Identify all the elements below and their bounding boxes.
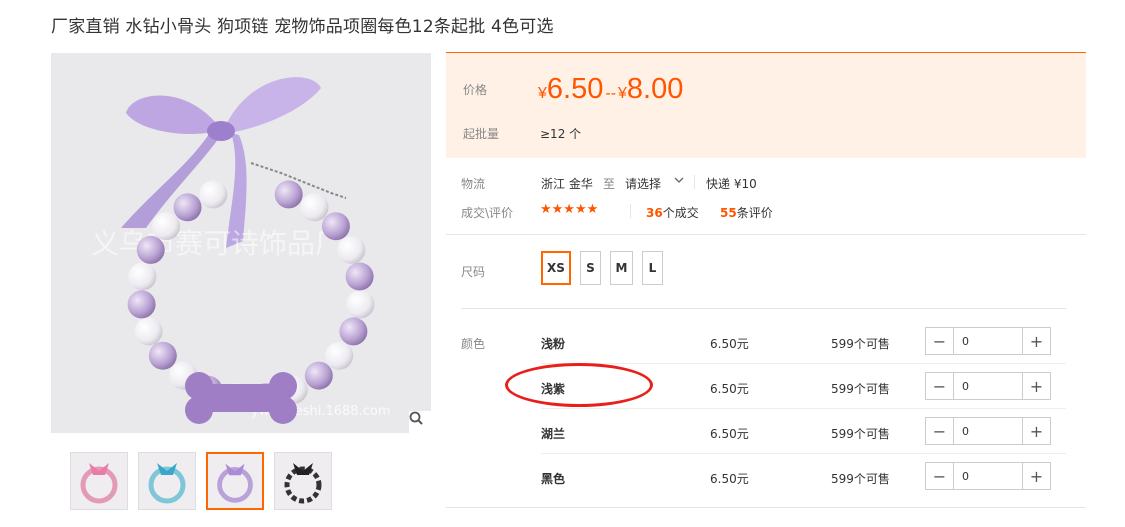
main-product-image[interactable]: 义乌市赛可诗饰品厂 ywsaikeshi.1688.com (51, 53, 431, 433)
minus-button[interactable]: − (926, 373, 954, 399)
currency-symbol: ¥ (618, 85, 627, 102)
color-name: 浅粉 (541, 337, 566, 351)
to-text: 至 (603, 177, 616, 191)
plus-button[interactable]: + (1022, 373, 1050, 399)
reviews-label: 成交\评价 (461, 206, 514, 220)
price-label: 价格 (463, 83, 488, 97)
moq-label: 起批量 (463, 127, 500, 141)
sku-price: 6.50元 (710, 337, 749, 351)
sku-stock: 599个可售 (831, 337, 890, 351)
rating-stars-icon: ★★★★★ (540, 202, 599, 217)
size-option-l[interactable]: L (642, 251, 663, 285)
sku-stock: 599个可售 (831, 382, 890, 396)
quantity-stepper: − 0 + (925, 327, 1051, 355)
color-label: 颜色 (461, 337, 486, 351)
destination-select[interactable]: 请选择 (625, 175, 661, 192)
deals-text: 个成交 (662, 206, 699, 220)
sku-stock: 599个可售 (831, 427, 890, 441)
thumbnail-black[interactable] (274, 452, 332, 510)
quantity-input[interactable]: 0 (954, 328, 1022, 354)
thumbnail-purple[interactable] (206, 452, 264, 510)
review-count: 55 (720, 206, 737, 220)
quantity-input[interactable]: 0 (954, 463, 1022, 489)
sku-stock: 599个可售 (831, 472, 890, 486)
plus-button[interactable]: + (1022, 463, 1050, 489)
sku-price: 6.50元 (710, 382, 749, 396)
logistics-label: 物流 (461, 177, 486, 191)
price-panel: 价格 ¥6.50 -- ¥8.00 起批量 ≥12 个 (446, 52, 1086, 158)
deals-link[interactable]: 36个成交 (646, 204, 699, 221)
origin-text: 浙江 金华 (541, 177, 593, 191)
deals-count: 36 (646, 206, 663, 220)
plus-button[interactable]: + (1022, 418, 1050, 444)
zoom-icon[interactable] (409, 411, 431, 433)
thumbnail-strip (70, 452, 332, 510)
reviews-link[interactable]: 55条评价 (720, 204, 773, 221)
shipping-fee: 快递 ¥10 (706, 177, 757, 191)
price-high: 8.00 (626, 73, 684, 105)
currency-symbol: ¥ (538, 85, 547, 102)
size-option-s[interactable]: S (580, 251, 601, 285)
color-name: 黑色 (541, 472, 566, 486)
minus-button[interactable]: − (926, 418, 954, 444)
quantity-stepper: − 0 + (925, 417, 1051, 445)
price-low: 6.50 (546, 73, 604, 105)
minus-button[interactable]: − (926, 463, 954, 489)
review-text: 条评价 (736, 206, 773, 220)
necklace-illustration: 义乌市赛可诗饰品厂 ywsaikeshi.1688.com (91, 77, 390, 424)
color-name: 湖兰 (541, 427, 566, 441)
size-label: 尺码 (461, 265, 486, 279)
moq-value: ≥12 个 (540, 127, 582, 141)
minus-button[interactable]: − (926, 328, 954, 354)
size-option-xs[interactable]: XS (541, 251, 571, 285)
quantity-input[interactable]: 0 (954, 418, 1022, 444)
quantity-input[interactable]: 0 (954, 373, 1022, 399)
thumbnail-blue[interactable] (138, 452, 196, 510)
product-title: 厂家直销 水钻小骨头 狗项链 宠物饰品项圈每色12条起批 4色可选 (51, 17, 554, 37)
size-option-m[interactable]: M (610, 251, 633, 285)
quantity-stepper: − 0 + (925, 372, 1051, 400)
price-range: ¥6.50 -- ¥8.00 (538, 73, 683, 106)
sku-price: 6.50元 (710, 427, 749, 441)
price-range-sep: -- (605, 85, 617, 102)
sku-price: 6.50元 (710, 472, 749, 486)
highlight-circle (505, 363, 653, 407)
quantity-stepper: − 0 + (925, 462, 1051, 490)
watermark-text: 义乌市赛可诗饰品厂 (91, 227, 343, 260)
chevron-down-icon[interactable] (674, 173, 684, 190)
plus-button[interactable]: + (1022, 328, 1050, 354)
thumbnail-pink[interactable] (70, 452, 128, 510)
